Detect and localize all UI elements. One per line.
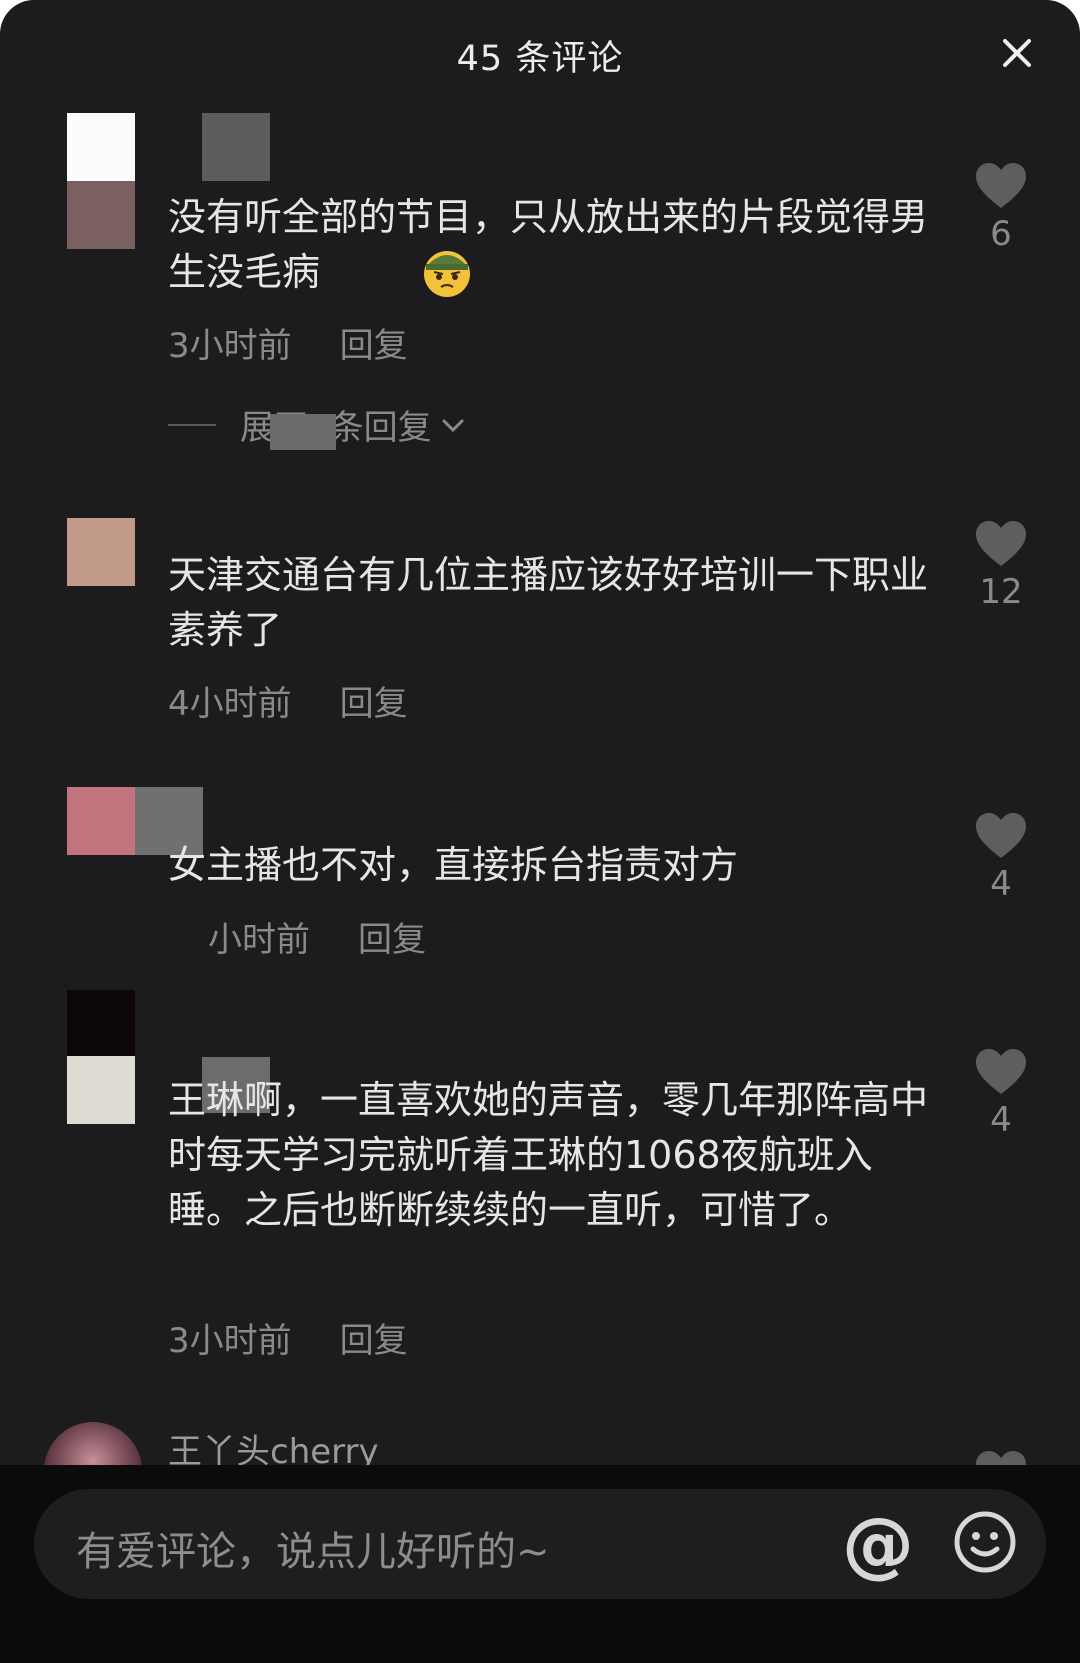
like-count: 4 xyxy=(990,1100,1012,1140)
comment-time: 4小时前 xyxy=(168,684,292,724)
comment-input-placeholder: 有爱评论，说点儿好听的~ xyxy=(76,1529,550,1575)
close-button[interactable] xyxy=(988,24,1046,82)
avatar[interactable] xyxy=(67,990,135,1124)
reply-button[interactable]: 回复 xyxy=(340,684,408,724)
reply-button[interactable]: 回复 xyxy=(358,920,426,960)
like-button[interactable]: 12 xyxy=(966,520,1036,612)
close-icon xyxy=(1003,39,1031,67)
comment-text: 女主播也不对，直接拆台指责对方 xyxy=(168,843,739,887)
heart-icon xyxy=(976,163,1026,208)
comments-sheet: 45 条评论 没有听全部的节目，只从放出来的片段觉得男生没毛病 3小时前 回复 … xyxy=(0,0,1080,1663)
count-redaction xyxy=(270,414,336,450)
comment-composer-bar: 有爱评论，说点儿好听的~ @ xyxy=(0,1465,1080,1663)
reply-button[interactable]: 回复 xyxy=(340,326,408,366)
comment-meta: 4小时前 回复 xyxy=(168,676,408,725)
heart-icon xyxy=(976,813,1026,858)
comment-text: 没有听全部的节目，只从放出来的片段觉得男生没毛病 xyxy=(168,195,929,294)
heart-icon xyxy=(976,521,1026,566)
avatar[interactable] xyxy=(67,113,135,249)
username-redaction xyxy=(202,113,270,181)
comment-meta: 3小时前 回复 xyxy=(168,1313,408,1362)
comment-text: 王琳啊，一直喜欢她的声音，零几年那阵高中时每天学习完就听着王琳的1068夜航班入… xyxy=(168,1078,929,1232)
comments-header: 45 条评论 xyxy=(0,0,1080,108)
like-button[interactable]: 4 xyxy=(966,1048,1036,1140)
like-count: 4 xyxy=(990,864,1012,904)
comment-time: 3小时前 xyxy=(168,326,292,366)
like-button[interactable]: 6 xyxy=(966,162,1036,254)
smiley-icon xyxy=(954,1511,1016,1573)
like-button[interactable]: 4 xyxy=(966,812,1036,904)
comment-input[interactable]: 有爱评论，说点儿好听的~ @ xyxy=(34,1489,1046,1599)
avatar[interactable] xyxy=(67,787,135,855)
comments-title: 45 条评论 xyxy=(456,39,624,79)
comment-text: 天津交通台有几位主播应该好好培训一下职业素养了 xyxy=(168,553,929,652)
mention-button[interactable]: @ xyxy=(842,1501,914,1587)
like-count: 6 xyxy=(990,214,1012,254)
comment-time: 3小时前 xyxy=(168,1321,292,1361)
comment-meta: 小时前 回复 xyxy=(168,912,426,961)
comment-time: 小时前 xyxy=(208,920,310,960)
comment-meta: 3小时前 回复 xyxy=(168,318,408,367)
chevron-down-icon xyxy=(442,419,464,432)
reply-button[interactable]: 回复 xyxy=(340,1321,408,1361)
divider xyxy=(168,423,216,426)
like-count: 12 xyxy=(979,572,1023,612)
heart-icon xyxy=(976,1049,1026,1094)
avatar[interactable] xyxy=(67,518,135,586)
emoji-icon xyxy=(420,245,474,303)
emoji-button[interactable] xyxy=(952,1509,1018,1579)
